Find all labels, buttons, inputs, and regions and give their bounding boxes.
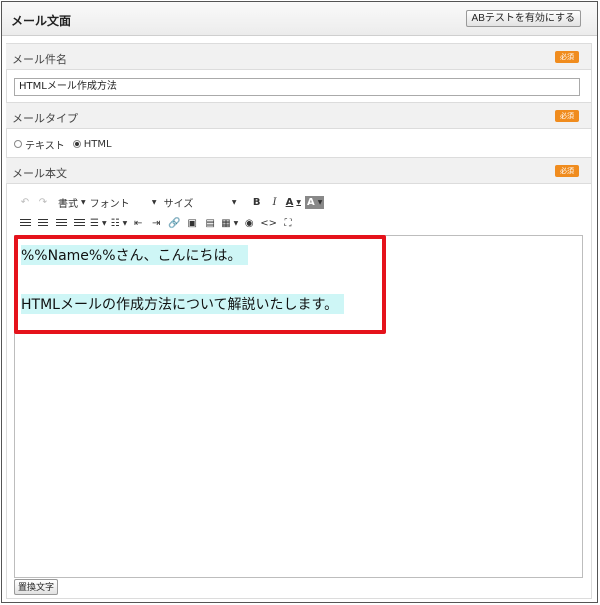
link-icon[interactable]: 🔗 xyxy=(167,215,181,231)
preview-icon[interactable]: ◉ xyxy=(242,215,256,231)
outdent-icon[interactable]: ⇤ xyxy=(131,215,145,231)
align-right-icon[interactable] xyxy=(54,215,68,231)
mail-type-text-option[interactable]: テキスト xyxy=(14,137,65,152)
background-color-icon[interactable]: A xyxy=(305,195,325,209)
radio-text[interactable] xyxy=(14,140,22,148)
mail-type-section-header: メールタイプ 必須 xyxy=(6,102,591,129)
indent-icon[interactable]: ⇥ xyxy=(149,215,163,231)
toolbar-row-2: ☰ ☷ ⇤ ⇥ 🔗 ▣ ▤ ▦ ◉ <> ⛶ xyxy=(18,215,299,231)
align-justify-icon[interactable] xyxy=(72,215,86,231)
radio-html[interactable] xyxy=(72,140,81,148)
font-dropdown-arrow[interactable] xyxy=(146,194,160,210)
radio-text-label: テキスト xyxy=(25,140,65,152)
body-section-header: メール本文 必須 xyxy=(6,157,591,184)
panel-header: メール文面 ABテストを有効にする xyxy=(2,2,597,36)
enable-ab-test-button[interactable]: ABテストを有効にする xyxy=(465,10,581,27)
subject-label: メール件名 xyxy=(12,53,67,66)
required-badge: 必須 xyxy=(555,51,579,63)
bulleted-list-icon[interactable]: ☰ xyxy=(90,215,107,231)
mail-type-radio-group: テキスト HTML xyxy=(14,137,120,152)
source-code-icon[interactable]: <> xyxy=(260,215,277,231)
toolbar-row-1: ↶ ↷ 書式 フォント サイズ B I A A xyxy=(18,194,328,210)
mail-type-label: メールタイプ xyxy=(12,112,78,125)
video-icon[interactable]: ▤ xyxy=(203,215,217,231)
fullscreen-icon[interactable]: ⛶ xyxy=(281,215,295,231)
required-badge: 必須 xyxy=(555,165,579,177)
table-icon[interactable]: ▦ xyxy=(221,215,238,231)
editor-toolbar: ↶ ↷ 書式 フォント サイズ B I A A ☰ ☷ ⇤ ⇥ 🔗 ▣ ▤ ▦ … xyxy=(14,190,584,236)
panel-title: メール文面 xyxy=(11,14,72,28)
mail-body-editor[interactable]: %%Name%%さん、こんにちは。 HTMLメールの作成方法について解説いたしま… xyxy=(14,235,583,578)
subject-input[interactable]: HTMLメール作成方法 xyxy=(14,78,580,96)
format-dropdown[interactable]: 書式 xyxy=(58,194,86,210)
mail-body-panel: メール文面 ABテストを有効にする メール件名 必須 HTMLメール作成方法 メ… xyxy=(1,1,598,603)
undo-icon[interactable]: ↶ xyxy=(18,194,32,210)
size-dropdown[interactable]: サイズ xyxy=(164,194,222,210)
bold-icon[interactable]: B xyxy=(250,194,264,210)
italic-icon[interactable]: I xyxy=(268,194,282,210)
text-color-icon[interactable]: A xyxy=(286,194,301,210)
required-badge: 必須 xyxy=(555,110,579,122)
numbered-list-icon[interactable]: ☷ xyxy=(111,215,128,231)
subject-section-header: メール件名 必須 xyxy=(6,43,591,70)
radio-html-label: HTML xyxy=(83,138,112,150)
mail-type-html-option[interactable]: HTML xyxy=(72,138,112,150)
body-line-1: %%Name%%さん、こんにちは。 xyxy=(21,245,248,265)
redo-icon[interactable]: ↷ xyxy=(36,194,50,210)
align-center-icon[interactable] xyxy=(36,215,50,231)
align-left-icon[interactable] xyxy=(18,215,32,231)
image-icon[interactable]: ▣ xyxy=(185,215,199,231)
size-dropdown-arrow[interactable] xyxy=(226,194,240,210)
replace-text-button[interactable]: 置換文字 xyxy=(14,579,59,595)
font-dropdown[interactable]: フォント xyxy=(90,194,142,210)
body-line-2: HTMLメールの作成方法について解説いたします。 xyxy=(21,294,345,314)
body-label: メール本文 xyxy=(12,167,67,180)
